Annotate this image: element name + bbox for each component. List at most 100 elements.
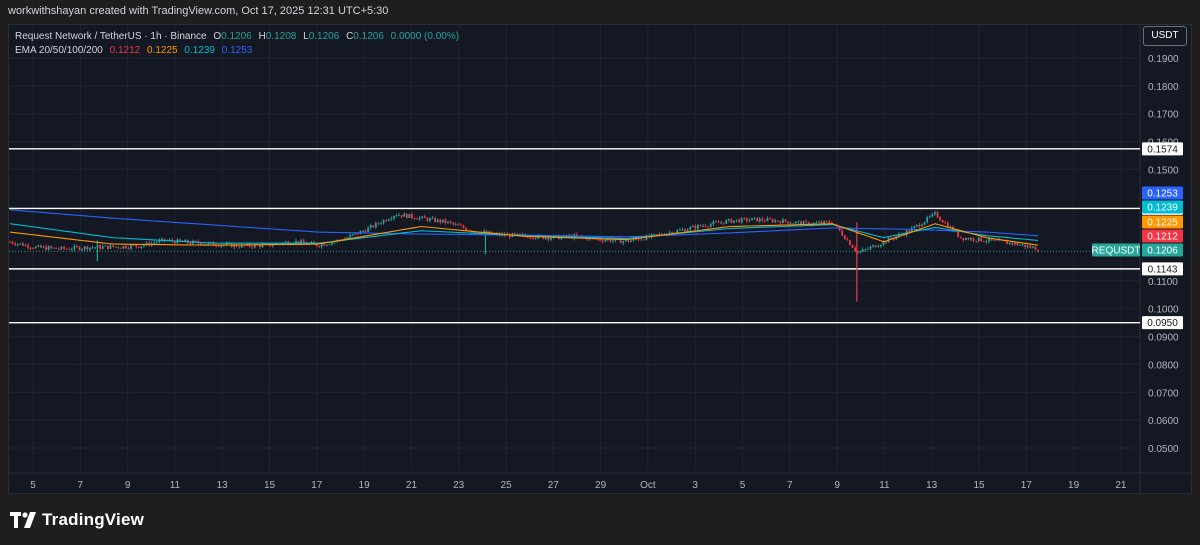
x-tick-label: 5 xyxy=(740,480,746,491)
candle-body xyxy=(68,248,71,250)
candle-body xyxy=(385,220,388,221)
ema50-value: 0.1225 xyxy=(147,45,178,56)
candle-body xyxy=(398,215,400,216)
tradingview-logo-icon xyxy=(10,512,36,528)
x-tick-label: 11 xyxy=(879,480,890,491)
candle-body xyxy=(630,240,632,242)
candle-body xyxy=(689,227,692,230)
candle-body xyxy=(441,219,444,223)
candle-body xyxy=(60,246,63,250)
candle-body xyxy=(55,247,58,249)
candle-body xyxy=(709,224,712,227)
candle-body xyxy=(867,248,869,250)
candle-body xyxy=(686,229,689,232)
x-tick-label: Oct xyxy=(640,480,656,491)
x-tick-label: 23 xyxy=(453,480,465,491)
ema-label: EMA 20/50/100/200 xyxy=(15,45,103,56)
candle-body xyxy=(756,217,759,222)
candle-body xyxy=(640,239,643,241)
candle-body xyxy=(452,222,455,225)
candle-body xyxy=(751,218,753,221)
candle-body xyxy=(45,246,47,250)
candle-body xyxy=(114,246,117,248)
candle-body xyxy=(331,242,333,245)
candle-body xyxy=(32,248,35,249)
candle-body xyxy=(439,219,442,223)
candle-body xyxy=(302,240,305,243)
ema200-value: 0.1253 xyxy=(221,45,253,56)
candle-body xyxy=(125,245,127,249)
candle-body xyxy=(792,223,795,224)
candle-body xyxy=(119,247,122,249)
x-tick-label: 7 xyxy=(78,480,84,491)
ema-price-tag-label: 0.1206 xyxy=(1147,246,1178,257)
ohlc-row: Request Network / TetherUS · 1h · Binanc… xyxy=(15,30,459,44)
candle-body xyxy=(725,220,728,224)
candle-body xyxy=(19,243,22,245)
candle-body xyxy=(349,235,351,238)
candle-body xyxy=(217,245,220,247)
tradingview-logo[interactable]: TradingView xyxy=(10,510,144,530)
candle-body xyxy=(112,245,114,247)
x-tick-label: 21 xyxy=(1115,480,1127,491)
candle-body xyxy=(849,240,851,245)
candle-body xyxy=(374,222,377,228)
candle-body xyxy=(653,234,656,235)
y-tick-label: 0.0800 xyxy=(1148,360,1179,371)
ema-price-tag-label: 0.1253 xyxy=(1147,189,1178,200)
candle-body xyxy=(774,220,777,223)
level-price-label: 0.1143 xyxy=(1148,264,1178,275)
candle-body xyxy=(431,217,434,219)
candle-body xyxy=(825,220,828,222)
candle-body xyxy=(189,242,192,244)
y-tick-label: 0.1800 xyxy=(1148,82,1179,93)
ema200-line xyxy=(9,209,1039,238)
candle-body xyxy=(797,221,800,223)
candle-body xyxy=(1008,242,1011,244)
candle-body xyxy=(444,219,447,223)
candle-body xyxy=(735,219,738,221)
candle-body xyxy=(872,245,875,247)
candle-body xyxy=(934,212,936,214)
candle-body xyxy=(434,217,437,222)
candle-body xyxy=(624,240,627,242)
candle-body xyxy=(117,246,120,248)
candle-body xyxy=(959,236,962,238)
candle-body xyxy=(851,244,854,248)
ema100-value: 0.1239 xyxy=(184,45,215,56)
candle-body xyxy=(364,230,367,232)
candle-body xyxy=(1029,245,1032,248)
currency-button[interactable]: USDT xyxy=(1143,26,1187,46)
candle-body xyxy=(843,235,846,240)
candle-body xyxy=(928,216,931,218)
candle-body xyxy=(877,246,880,248)
candle-body xyxy=(140,246,143,248)
candle-body xyxy=(143,245,145,247)
candle-body xyxy=(86,246,89,250)
candle-body xyxy=(99,245,102,249)
change-value: 0.0000 (0.00%) xyxy=(390,31,460,42)
candle-body xyxy=(382,220,385,224)
y-tick-label: 0.0600 xyxy=(1148,416,1179,427)
candle-body xyxy=(1011,242,1014,245)
x-tick-label: 3 xyxy=(692,480,698,491)
candle-body xyxy=(16,243,19,245)
candle-body xyxy=(717,221,720,223)
candle-body xyxy=(864,249,867,250)
candle-body xyxy=(758,218,761,222)
candle-body xyxy=(681,229,684,231)
candle-body xyxy=(40,245,42,248)
candle-body xyxy=(748,220,751,222)
candle-body xyxy=(982,241,985,243)
ema-price-tag-label: 0.1225 xyxy=(1147,218,1178,229)
candle-body xyxy=(135,245,138,247)
price-chart[interactable]: 0.19000.18000.17000.16000.15000.11000.10… xyxy=(0,0,1200,545)
candle-body xyxy=(707,226,710,228)
candle-body xyxy=(627,240,630,242)
open-label: O xyxy=(213,31,222,42)
candle-body xyxy=(604,240,607,242)
candle-body xyxy=(970,238,972,240)
candle-body xyxy=(1026,245,1029,248)
candle-body xyxy=(547,237,550,240)
candle-body xyxy=(944,222,947,224)
